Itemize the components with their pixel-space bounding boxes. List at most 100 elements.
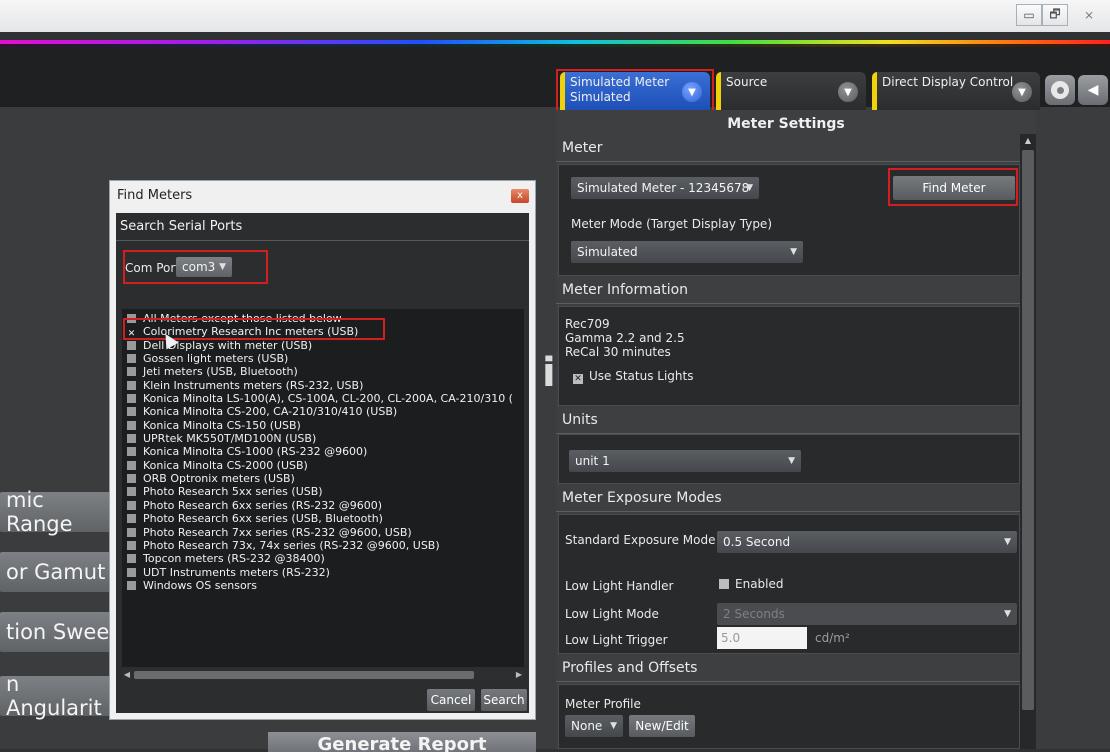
meter-list-item-label: Photo Research 73x, 74x series (RS-232 @… (143, 538, 440, 552)
checkbox-unchecked-icon[interactable] (127, 420, 136, 430)
tab-direct-display-control[interactable]: Direct Display Control ▼ (872, 72, 1040, 110)
checkbox-checked-icon[interactable]: ✕ (127, 330, 136, 339)
meter-list-item[interactable]: Konica Minolta CS-200, CA-210/310/410 (U… (127, 405, 524, 418)
status-lights-label: Use Status Lights (589, 369, 694, 383)
minimize-icon[interactable]: ▭ (1016, 4, 1042, 26)
meter-list-item-label: Konica Minolta CS-1000 (RS-232 @9600) (143, 445, 368, 459)
chevron-down-icon[interactable]: ▼ (682, 82, 702, 102)
checkbox-unchecked-icon[interactable] (127, 314, 136, 323)
meter-list-item[interactable]: ✕ Colorimetry Research Inc meters (USB) (127, 325, 524, 338)
meter-list-item[interactable]: Photo Research 7xx series (RS-232 @9600,… (127, 526, 524, 539)
meter-list-item[interactable]: Photo Research 6xx series (RS-232 @9600) (127, 499, 524, 512)
low-light-handler-label: Low Light Handler (565, 579, 674, 593)
meter-list-item[interactable]: UDT Instruments meters (RS-232) (127, 566, 524, 579)
meter-list-item[interactable]: Dell Displays with meter (USB) (127, 339, 524, 352)
angularity-button[interactable]: n Angularit (0, 672, 112, 720)
meter-list[interactable]: All Meters except those listed below ✕ Col… (122, 309, 524, 667)
checkbox-unchecked-icon[interactable] (127, 354, 136, 364)
meter-list-item[interactable]: Jeti meters (USB, Bluetooth) (127, 365, 524, 378)
panel-title: Meter Settings (727, 116, 845, 132)
gear-icon[interactable] (1045, 75, 1075, 105)
meter-list-item[interactable]: ORB Optronix meters (USB) (127, 472, 524, 485)
meter-list-item[interactable]: Windows OS sensors (127, 579, 524, 592)
checkbox-unchecked-icon[interactable] (127, 434, 136, 444)
chevron-down-icon[interactable]: ▼ (838, 82, 858, 102)
checkbox-unchecked-icon[interactable] (127, 540, 136, 550)
scrollbar-thumb[interactable] (1022, 150, 1034, 710)
search-button[interactable]: Search (481, 689, 527, 711)
new-edit-button[interactable]: New/Edit (629, 715, 695, 737)
section-units-body: unit 1 ▼ (558, 434, 1020, 484)
chevron-down-icon: ▼ (788, 456, 795, 466)
meter-list-item[interactable]: Konica Minolta CS-1000 (RS-232 @9600) (127, 445, 524, 458)
meter-profile-value: None (571, 719, 603, 733)
status-lights-checkbox[interactable]: ✕ Use Status Lights (573, 369, 693, 384)
saturation-sweep-button[interactable]: tion Swee (0, 612, 112, 652)
meter-list-item[interactable]: Klein Instruments meters (RS-232, USB) (127, 379, 524, 392)
com-port-select[interactable]: com3 ▼ (176, 257, 232, 277)
section-info-header: Meter Information (556, 276, 1021, 304)
checkbox-unchecked-icon[interactable] (127, 460, 136, 470)
meter-list-item[interactable]: All Meters except those listed below (127, 312, 524, 325)
meter-list-item[interactable]: Photo Research 5xx series (USB) (127, 485, 524, 498)
checkbox-unchecked-icon[interactable] (127, 447, 136, 457)
low-light-enabled-checkbox[interactable]: Enabled (719, 577, 784, 591)
maximize-icon[interactable]: 🗗 (1042, 4, 1068, 26)
checkbox-checked-icon: ✕ (573, 374, 583, 384)
close-icon[interactable]: x (511, 189, 529, 203)
meter-select[interactable]: Simulated Meter - 12345678 ▼ (571, 177, 759, 199)
checkbox-unchecked-icon[interactable] (127, 340, 136, 350)
units-select[interactable]: unit 1 ▼ (569, 450, 801, 472)
scroll-right-icon[interactable]: ▶ (514, 669, 524, 681)
meter-list-item[interactable]: Gossen light meters (USB) (127, 352, 524, 365)
close-icon[interactable]: ⨯ (1068, 4, 1110, 26)
meter-list-item[interactable]: Konica Minolta CS-2000 (USB) (127, 459, 524, 472)
info-line-1: Rec709 (565, 317, 610, 331)
standard-exposure-select[interactable]: 0.5 Second ▼ (717, 531, 1017, 553)
meter-profile-select[interactable]: None ▼ (565, 715, 623, 737)
scroll-left-icon[interactable]: ◀ (122, 669, 132, 681)
meter-list-item[interactable]: UPRtek MK550T/MD100N (USB) (127, 432, 524, 445)
checkbox-unchecked-icon[interactable] (127, 394, 136, 404)
low-light-trigger-input[interactable]: 5.0 (717, 627, 807, 649)
checkbox-unchecked-icon[interactable] (127, 567, 136, 577)
low-light-mode-select[interactable]: 2 Seconds ▼ (717, 603, 1017, 625)
gear-icon-shape (1051, 81, 1069, 99)
checkbox-unchecked-icon[interactable] (127, 474, 136, 484)
meter-mode-select[interactable]: Simulated ▼ (571, 241, 803, 263)
low-light-trigger-label: Low Light Trigger (565, 633, 668, 647)
chevron-down-icon[interactable]: ▼ (1012, 82, 1032, 102)
tab-meter[interactable]: Simulated Meter Simulated ▼ (560, 72, 710, 110)
checkbox-unchecked-icon[interactable] (127, 380, 136, 390)
back-arrow-icon[interactable]: ◀ (1078, 75, 1108, 105)
meter-list-item-label: Gossen light meters (USB) (143, 352, 289, 366)
checkbox-unchecked-icon[interactable] (127, 580, 136, 590)
low-light-mode-label: Low Light Mode (565, 607, 659, 621)
color-gamut-button[interactable]: or Gamut (0, 552, 112, 592)
meter-list-item[interactable]: Photo Research 6xx series (USB, Bluetoot… (127, 512, 524, 525)
checkbox-unchecked-icon[interactable] (127, 514, 136, 524)
checkbox-unchecked-icon[interactable] (127, 367, 136, 377)
checkbox-unchecked-icon[interactable] (127, 487, 136, 497)
cancel-button[interactable]: Cancel (427, 689, 475, 711)
meter-list-item[interactable]: Konica Minolta CS-150 (USB) (127, 419, 524, 432)
panel-scrollbar[interactable]: ▲ (1020, 134, 1036, 749)
horizontal-scrollbar-thumb[interactable] (134, 671, 474, 679)
meter-list-item[interactable]: Photo Research 73x, 74x series (RS-232 @… (127, 539, 524, 552)
dynamic-range-button[interactable]: mic Range (0, 488, 112, 536)
meter-list-item[interactable]: Topcon meters (RS-232 @38400) (127, 552, 524, 565)
chevron-down-icon: ▼ (610, 721, 617, 731)
scroll-up-icon[interactable]: ▲ (1022, 136, 1034, 146)
checkbox-unchecked-icon[interactable] (127, 407, 136, 417)
horizontal-scrollbar[interactable]: ◀ ▶ (122, 669, 524, 681)
checkbox-unchecked-icon[interactable] (127, 554, 136, 564)
tab-accent (560, 72, 565, 110)
section-info-body: Rec709 Gamma 2.2 and 2.5 ReCal 30 minute… (558, 306, 1020, 406)
find-meter-button[interactable]: Find Meter (893, 176, 1015, 200)
checkbox-unchecked-icon[interactable] (127, 527, 136, 537)
generate-report-button[interactable]: Generate Report (268, 732, 536, 752)
checkbox-unchecked-icon[interactable] (127, 500, 136, 510)
standard-exposure-value: 0.5 Second (723, 535, 791, 549)
meter-list-item[interactable]: Konica Minolta LS-100(A), CS-100A, CL-20… (127, 392, 524, 405)
tab-source[interactable]: Source ▼ (716, 72, 866, 110)
